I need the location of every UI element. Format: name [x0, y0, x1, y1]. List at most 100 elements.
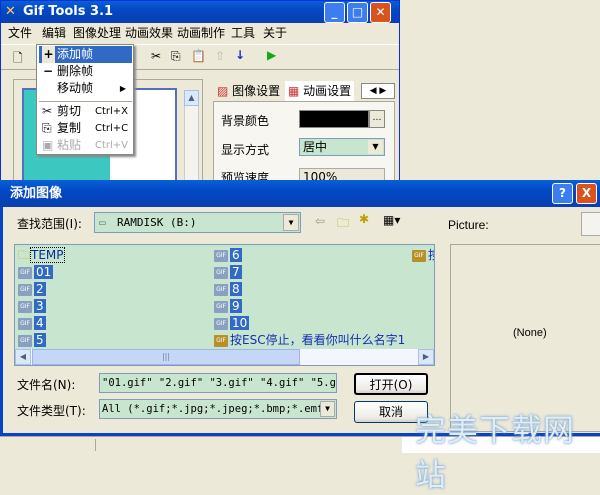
app-tools-icon: ✕ — [5, 4, 16, 19]
scroll-left-button[interactable]: ◀ — [15, 349, 31, 365]
file-item[interactable]: GIF 4 — [18, 315, 46, 331]
filetype-select[interactable]: All (*.gif;*.jpg;*.jpeg;*.bmp;*.emf; ▼ — [99, 399, 337, 419]
film-icon: ▦ — [288, 84, 300, 98]
edit-menu-dropdown: + 添加帧 − 删除帧 移动帧 ▶ ✂ 剪切 Ctrl+X ⎘ 复制 Ctrl+C ▣ 粘贴 Ct… — [36, 44, 134, 155]
preview-toggle-button[interactable] — [581, 212, 600, 236]
dialog-close-button[interactable]: X — [576, 183, 597, 204]
new-icon[interactable]: 🗋 — [13, 49, 23, 70]
gif-icon: GIF — [18, 283, 32, 296]
file-item[interactable]: GIF 3 — [18, 298, 46, 314]
menu-item-cut[interactable]: ✂ 剪切 Ctrl+X — [39, 103, 132, 120]
scroll-thumb[interactable]: ||| — [32, 349, 300, 365]
bg-color-swatch[interactable] — [299, 110, 369, 128]
menu-animate[interactable]: 动画制作 — [177, 23, 225, 43]
picture-preview-pane: (None) — [450, 244, 600, 432]
drive-icon: ▭ — [99, 216, 106, 229]
maximize-button[interactable]: □ — [347, 2, 368, 23]
preview-none-text: (None) — [513, 327, 547, 339]
scissors-icon: ✂ — [42, 104, 53, 118]
close-button[interactable]: ✕ — [370, 2, 391, 23]
file-item[interactable]: GIF按 — [412, 247, 434, 263]
bg-color-browse-button[interactable]: … — [369, 110, 385, 128]
file-item[interactable]: GIF 9 — [214, 298, 242, 314]
menu-tools[interactable]: 工具 — [231, 23, 255, 43]
app-title: Gif Tools 3.1 — [23, 4, 114, 19]
menu-item-add-frame[interactable]: + 添加帧 — [39, 46, 132, 63]
menu-item-copy[interactable]: ⎘ 复制 Ctrl+C — [39, 120, 132, 137]
copy-icon: ⎘ — [42, 121, 52, 135]
main-titlebar: ✕ Gif Tools 3.1 _ □ ✕ — [1, 1, 399, 23]
file-item[interactable]: GIF 5 — [18, 332, 46, 348]
dialog-titlebar: 添加图像 ? X — [0, 180, 600, 207]
folder-item[interactable]: 🗀TEMP — [18, 247, 65, 263]
menu-separator — [39, 101, 132, 102]
frame-scrollbar[interactable]: ▲ — [184, 90, 199, 184]
bg-color-label: 背景颜色 — [221, 114, 270, 128]
open-button[interactable]: 打开(O) — [354, 373, 428, 395]
file-item[interactable]: GIF 7 — [214, 264, 242, 280]
gif-icon: GIF — [214, 334, 228, 347]
look-in-select[interactable]: ▭ RAMDISK (B:) ▼ — [94, 212, 301, 233]
file-item[interactable]: GIF 01 — [18, 264, 54, 280]
new-folder-icon[interactable]: ✱ — [359, 212, 369, 226]
folder-icon: 🗀 — [18, 248, 31, 262]
move-down-icon[interactable]: ↓ — [235, 48, 245, 62]
menu-image[interactable]: 图像处理 — [73, 23, 121, 43]
view-menu-icon[interactable]: ▦▾ — [383, 213, 400, 227]
help-button[interactable]: ? — [552, 183, 573, 204]
menu-about[interactable]: 关于 — [263, 23, 287, 43]
display-mode-select[interactable]: 居中 ▼ — [299, 138, 385, 156]
gif-icon: GIF — [18, 266, 32, 279]
tab-animation-settings[interactable]: ▦ 动画设置 — [285, 81, 355, 101]
file-item[interactable]: GIF 6 — [214, 247, 242, 263]
menu-edit[interactable]: 编辑 — [42, 23, 66, 43]
menu-bar: 文件 编辑 图像处理 动画效果 动画制作 工具 关于 — [1, 23, 399, 43]
chevron-down-icon: ▼ — [368, 140, 383, 154]
cut-icon[interactable]: ✂ — [151, 49, 161, 63]
up-folder-icon[interactable]: 🗀 — [337, 214, 349, 235]
menu-item-paste: ▣ 粘贴 Ctrl+V — [42, 138, 129, 152]
minimize-button[interactable]: _ — [324, 2, 345, 23]
copy-icon[interactable]: ⎘ — [171, 49, 181, 64]
gif-icon: GIF — [18, 317, 32, 330]
menu-file[interactable]: 文件 — [8, 23, 32, 43]
file-item[interactable]: GIF 8 — [214, 281, 242, 297]
display-mode-label: 显示方式 — [221, 143, 270, 157]
gif-icon: GIF — [18, 334, 32, 347]
tab-image-settings[interactable]: ▨ 图像设置 — [215, 81, 280, 101]
tab-scroll-buttons[interactable]: ◀ ▶ — [361, 83, 395, 99]
file-item[interactable]: GIF 2 — [18, 281, 46, 297]
watermark: 完美下载网站 — [415, 413, 575, 494]
gif-icon: GIF — [214, 283, 228, 296]
move-up-icon: ⇧ — [215, 49, 226, 63]
dialog-title: 添加图像 — [10, 186, 63, 201]
menu-item-delete-frame[interactable]: − 删除帧 — [39, 63, 132, 80]
image-settings-icon: ▨ — [217, 84, 229, 98]
filename-label: 文件名(N): — [17, 378, 76, 392]
play-icon[interactable]: ▶ — [267, 48, 276, 62]
paste-icon: ▣ — [42, 138, 54, 152]
chevron-down-icon: ▼ — [283, 214, 299, 231]
settings-panel: ▨ 图像设置 ▦ 动画设置 ◀ ▶ 背景颜色 … 显示方式 居中 ▼ 预览速度 … — [211, 79, 397, 186]
gif-icon: GIF — [412, 249, 426, 262]
menu-effects[interactable]: 动画效果 — [125, 23, 173, 43]
back-icon[interactable]: ⇦ — [315, 214, 325, 228]
file-item[interactable]: GIF 10 — [214, 315, 250, 331]
filename-input[interactable]: "01.gif" "2.gif" "3.gif" "4.gif" "5.gif — [99, 373, 337, 393]
file-list[interactable]: 🗀TEMP GIF 01 GIF 2 GIF 3 GIF 4 GIF 5 GIF 6 GIF… — [14, 244, 435, 366]
gif-icon: GIF — [214, 300, 228, 313]
gif-icon: GIF — [18, 300, 32, 313]
add-image-dialog: 添加图像 ? X 查找范围(I): ▭ RAMDISK (B:) ▼ ⇦ 🗀 ✱ … — [0, 180, 600, 436]
chevron-down-icon: ▼ — [320, 401, 335, 417]
gif-icon: GIF — [214, 266, 228, 279]
submenu-arrow-icon: ▶ — [119, 84, 126, 93]
paste-icon: 📋 — [191, 49, 206, 63]
look-in-label: 查找范围(I): — [17, 217, 82, 231]
menu-item-move-frame[interactable]: 移动帧 ▶ — [39, 80, 132, 97]
horizontal-scrollbar[interactable]: ◀ ||| ▶ — [15, 349, 434, 365]
plus-icon: + — [42, 46, 55, 63]
file-item[interactable]: GIF 按ESC停止，看看你叫什么名字1 — [214, 332, 405, 348]
gif-icon: GIF — [214, 249, 228, 262]
scroll-right-button[interactable]: ▶ — [418, 349, 434, 365]
gif-icon: GIF — [214, 317, 228, 330]
